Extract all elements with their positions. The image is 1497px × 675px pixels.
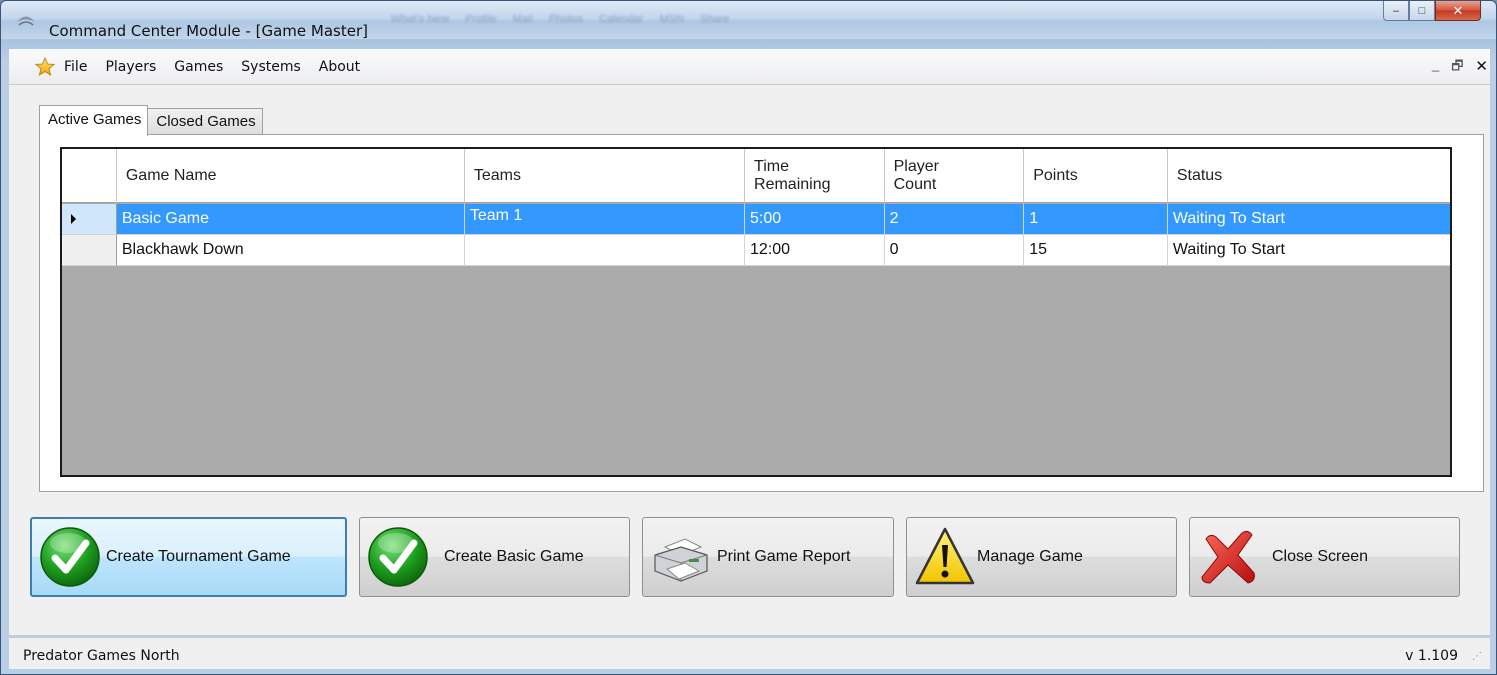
cell-time-remaining[interactable]: 5:00 xyxy=(745,204,885,235)
header-time-remaining[interactable]: Time Remaining xyxy=(745,149,885,203)
minimize-button[interactable]: ‒ xyxy=(1383,1,1409,21)
warning-icon xyxy=(915,527,975,585)
background-taskbar-tabs: What's New Profile Mail Photos Calendar … xyxy=(391,13,729,35)
menu-file[interactable]: File xyxy=(55,59,96,75)
row-pointer-icon xyxy=(71,214,76,224)
mdi-close-icon[interactable]: ✕ xyxy=(1475,57,1488,79)
close-window-button[interactable]: ✕ xyxy=(1435,1,1481,21)
status-company: Predator Games North xyxy=(23,648,180,664)
header-status[interactable]: Status xyxy=(1168,149,1450,203)
create-basic-game-button[interactable]: Create Basic Game xyxy=(359,517,630,597)
cell-player-count[interactable]: 2 xyxy=(884,204,1025,235)
close-screen-label: Close Screen xyxy=(1272,548,1369,565)
red-x-icon xyxy=(1201,530,1255,584)
bg-tab: Share xyxy=(700,13,730,25)
table-row[interactable]: Blackhawk Down 12:00 0 15 Waiting To Sta… xyxy=(62,235,1450,266)
cell-teams[interactable]: Team 1 xyxy=(464,204,746,235)
green-check-icon xyxy=(368,527,428,587)
bg-tab: Photos xyxy=(548,13,583,25)
app-icon xyxy=(17,16,35,26)
tab-active-games[interactable]: Active Games xyxy=(39,105,149,136)
star-icon[interactable] xyxy=(35,56,55,77)
header-time-remaining-label: Time Remaining xyxy=(754,158,831,193)
bg-tab: Profile xyxy=(465,13,497,25)
window-title: Command Center Module - [Game Master] xyxy=(49,22,368,40)
table-row[interactable]: Basic Game Team 1 5:00 2 1 Waiting To St… xyxy=(62,204,1450,235)
status-version: v 1.109 xyxy=(1405,648,1458,664)
header-player-count-label: Player Count xyxy=(893,158,939,193)
bg-tab: Calendar xyxy=(598,13,644,25)
close-icon: ✕ xyxy=(1452,2,1464,18)
create-tournament-game-button[interactable]: Create Tournament Game xyxy=(30,517,347,597)
header-points[interactable]: Points xyxy=(1024,149,1168,203)
header-game-name[interactable]: Game Name xyxy=(117,149,465,203)
grid-header: Game Name Teams Time Remaining Player Co… xyxy=(62,149,1450,203)
create-basic-game-label: Create Basic Game xyxy=(444,548,584,565)
mdi-restore-icon[interactable]: 🗗 xyxy=(1451,57,1463,79)
cell-status[interactable]: Waiting To Start xyxy=(1167,235,1450,266)
row-selector[interactable] xyxy=(62,235,117,266)
print-game-report-button[interactable]: Print Game Report xyxy=(642,517,894,597)
menu-bar: File Players Games Systems About _ 🗗 ✕ xyxy=(9,49,1490,85)
create-tournament-game-label: Create Tournament Game xyxy=(106,548,291,565)
tab-panel-active-games: Game Name Teams Time Remaining Player Co… xyxy=(39,134,1484,492)
bg-tab: What's New xyxy=(391,13,450,25)
row-selector[interactable] xyxy=(62,204,117,235)
menu-systems[interactable]: Systems xyxy=(232,59,310,75)
cell-player-count[interactable]: 0 xyxy=(884,235,1025,266)
header-player-count[interactable]: Player Count xyxy=(885,149,1025,203)
minimize-icon: ‒ xyxy=(1392,4,1400,17)
cell-points[interactable]: 15 xyxy=(1024,235,1168,266)
tab-strip: Active Games Closed Games xyxy=(39,105,263,136)
maximize-button[interactable]: □ xyxy=(1409,1,1435,21)
status-bar: Predator Games North v 1.109 ⋰ xyxy=(9,637,1490,669)
menu-players[interactable]: Players xyxy=(96,59,165,75)
cell-teams[interactable] xyxy=(464,235,746,266)
header-teams[interactable]: Teams xyxy=(465,149,746,203)
title-bar[interactable]: Command Center Module - [Game Master] Wh… xyxy=(1,1,1496,40)
resize-grip-icon[interactable]: ⋰ xyxy=(1472,651,1486,665)
manage-game-label: Manage Game xyxy=(977,548,1083,565)
manage-game-button[interactable]: Manage Game xyxy=(906,517,1177,597)
bg-tab: Mail xyxy=(512,13,533,25)
printer-icon xyxy=(654,538,708,582)
maximize-icon: □ xyxy=(1418,4,1426,17)
games-grid[interactable]: Game Name Teams Time Remaining Player Co… xyxy=(60,147,1452,477)
caption-buttons: ‒ □ ✕ xyxy=(1383,1,1481,21)
mdi-controls: _ 🗗 ✕ xyxy=(1432,57,1488,79)
cell-game-name[interactable]: Blackhawk Down xyxy=(116,235,465,266)
print-game-report-label: Print Game Report xyxy=(717,548,851,565)
header-rowselector xyxy=(62,149,117,203)
menu-games[interactable]: Games xyxy=(165,59,232,75)
cell-game-name[interactable]: Basic Game xyxy=(116,204,465,235)
bg-tab: MSN xyxy=(659,13,685,25)
close-screen-button[interactable]: Close Screen xyxy=(1189,517,1460,597)
tab-closed-games[interactable]: Closed Games xyxy=(147,108,263,136)
main-window: Command Center Module - [Game Master] Wh… xyxy=(0,0,1497,675)
menu-about[interactable]: About xyxy=(310,59,369,75)
cell-time-remaining[interactable]: 12:00 xyxy=(745,235,885,266)
cell-status[interactable]: Waiting To Start xyxy=(1167,204,1450,235)
mdi-minimize-icon[interactable]: _ xyxy=(1432,57,1439,79)
cell-points[interactable]: 1 xyxy=(1024,204,1168,235)
client-area: Active Games Closed Games Game Name Team… xyxy=(9,85,1490,635)
green-check-icon xyxy=(40,527,100,587)
